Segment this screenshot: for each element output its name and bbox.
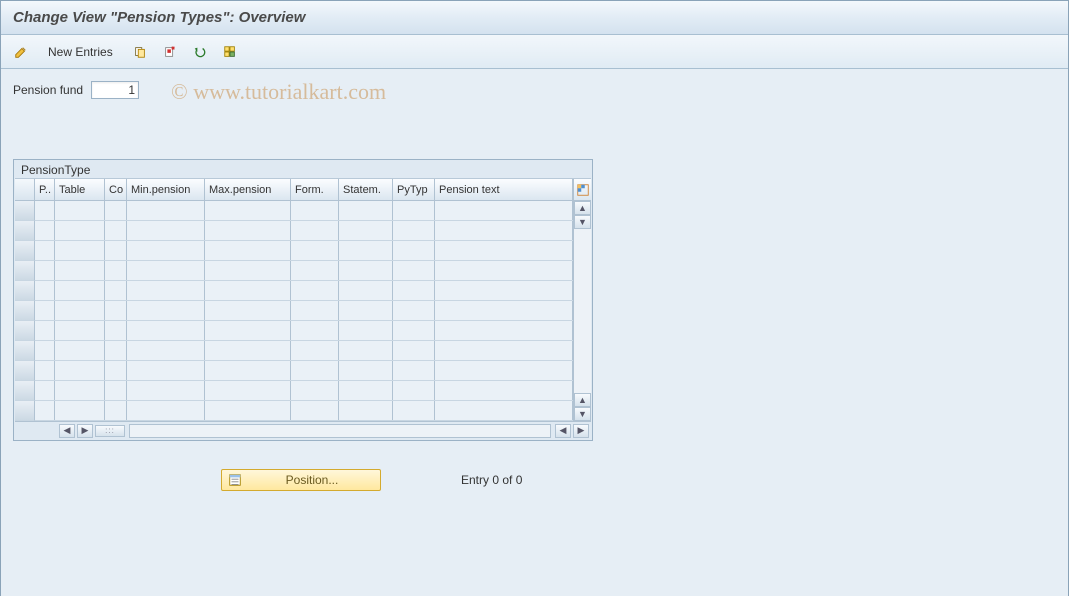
pension-fund-row: Pension fund [13, 81, 1056, 99]
table-row[interactable] [35, 201, 573, 221]
undo-icon [193, 45, 207, 59]
position-icon [228, 473, 242, 487]
position-button[interactable]: Position... [221, 469, 381, 491]
scroll-down-step-button[interactable]: ▼ [574, 215, 591, 229]
scroll-right-step-button[interactable]: ▶ [77, 424, 93, 438]
row-selector[interactable] [15, 301, 35, 321]
row-selector[interactable] [15, 401, 35, 421]
table-row[interactable] [35, 261, 573, 281]
col-header-p[interactable]: P.. [35, 179, 55, 200]
footer-row: Position... Entry 0 of 0 [221, 469, 522, 491]
table-row[interactable] [35, 321, 573, 341]
application-toolbar: New Entries [1, 35, 1068, 69]
col-header-min[interactable]: Min.pension [127, 179, 205, 200]
table-row[interactable] [35, 361, 573, 381]
copy-icon [133, 45, 147, 59]
table-row[interactable] [35, 301, 573, 321]
col-header-co[interactable]: Co [105, 179, 127, 200]
entry-status: Entry 0 of 0 [461, 473, 522, 487]
window-title: Change View "Pension Types": Overview [13, 9, 305, 26]
row-selector[interactable] [15, 361, 35, 381]
row-selector[interactable] [15, 341, 35, 361]
scroll-left-step-button[interactable]: ◀ [555, 424, 571, 438]
scroll-left-button[interactable]: ◀ [59, 424, 75, 438]
row-selector[interactable] [15, 261, 35, 281]
scroll-handle[interactable]: ::: [95, 425, 125, 437]
table-row[interactable] [35, 341, 573, 361]
undo-button[interactable] [188, 41, 212, 63]
delete-button[interactable] [158, 41, 182, 63]
col-header-form[interactable]: Form. [291, 179, 339, 200]
scroll-up-step-button[interactable]: ▲ [574, 393, 591, 407]
pension-type-table: PensionType P.. Table Co [13, 159, 593, 441]
horizontal-scrollbar[interactable]: ◀ ▶ ::: ◀ ▶ [15, 421, 591, 439]
col-header-pytyp[interactable]: PyTyp [393, 179, 435, 200]
col-header-max[interactable]: Max.pension [205, 179, 291, 200]
vertical-scrollbar[interactable]: ▲ ▼ ▲ ▼ [573, 201, 591, 421]
row-selector-column [15, 179, 35, 421]
delete-icon [163, 45, 177, 59]
table-row[interactable] [35, 381, 573, 401]
row-selector[interactable] [15, 241, 35, 261]
new-entries-label: New Entries [48, 45, 113, 59]
copy-button[interactable] [128, 41, 152, 63]
table-row[interactable] [35, 281, 573, 301]
table-settings-icon [576, 183, 590, 197]
col-header-statem[interactable]: Statem. [339, 179, 393, 200]
row-selector[interactable] [15, 221, 35, 241]
toggle-change-button[interactable] [9, 41, 33, 63]
scroll-down-button[interactable]: ▼ [574, 407, 591, 421]
pension-fund-label: Pension fund [13, 83, 83, 97]
table-title: PensionType [15, 161, 591, 179]
col-header-ptext[interactable]: Pension text [435, 179, 573, 200]
table-row[interactable] [35, 241, 573, 261]
work-area: © www.tutorialkart.com Pension fund Pens… [1, 69, 1068, 596]
position-label: Position... [250, 473, 374, 487]
table-row[interactable] [35, 221, 573, 241]
row-selector[interactable] [15, 201, 35, 221]
scroll-up-button[interactable]: ▲ [574, 201, 591, 215]
pension-fund-input[interactable] [91, 81, 139, 99]
row-selector[interactable] [15, 381, 35, 401]
select-all-icon [223, 45, 237, 59]
col-header-table[interactable]: Table [55, 179, 105, 200]
table-header-row: P.. Table Co Min.pension Max.pension For… [35, 179, 573, 201]
scroll-right-button[interactable]: ▶ [573, 424, 589, 438]
table-settings-button[interactable] [573, 179, 591, 201]
pencil-icon [14, 45, 28, 59]
new-entries-button[interactable]: New Entries [39, 41, 122, 63]
window-title-bar: Change View "Pension Types": Overview [1, 1, 1068, 35]
table-body [35, 201, 573, 421]
row-selector[interactable] [15, 281, 35, 301]
select-all-button[interactable] [218, 41, 242, 63]
table-row[interactable] [35, 401, 573, 421]
row-selector[interactable] [15, 321, 35, 341]
